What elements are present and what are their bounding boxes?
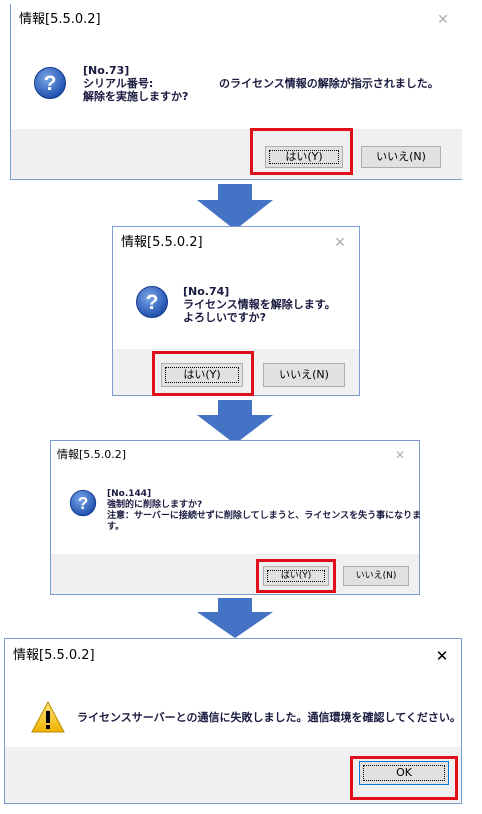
message-communication-failed: ライセンスサーバーとの通信に失敗しました。通信環境を確認してください。 (77, 711, 461, 724)
question-icon: ? (69, 489, 97, 517)
message-number: [No.144] (107, 489, 152, 499)
message-serial-label: シリアル番号: (83, 77, 154, 90)
message-confirm: よろしいですか? (183, 311, 267, 324)
question-icon: ? (34, 67, 66, 99)
message-release: ライセンス情報を解除します。 (183, 298, 336, 311)
dialog-license-release-confirm-2: 情報[5.5.0.2] ✕ ? [No.74] ライセンス情報を解除します。 よ… (112, 226, 360, 396)
dialog-communication-failed: 情報[5.5.0.2] ✕ ライセンスサーバーとの通信に失敗しました。通信環境を… (4, 638, 462, 804)
arrow-down-icon (197, 184, 273, 230)
dialog-force-delete-confirm: 情報[5.5.0.2] ✕ ? [No.144] 強制的に削除しますか? 注意：… (50, 440, 422, 595)
dialog-title: 情報[5.5.0.2] (51, 441, 419, 469)
yes-button[interactable]: はい(Y) (265, 146, 343, 168)
arrow-down-icon (197, 400, 273, 444)
no-button[interactable]: いいえ(N) (361, 146, 441, 168)
message-warning-cont: す。 (107, 522, 125, 532)
message-number: [No.73] (83, 64, 130, 77)
ok-button[interactable]: OK (359, 761, 449, 785)
arrow-down-icon (197, 598, 273, 638)
no-button[interactable]: いいえ(N) (263, 363, 345, 387)
message-confirm: 解除を実施しますか? (83, 90, 189, 103)
svg-text:?: ? (78, 493, 89, 513)
dialog-title: 情報[5.5.0.2] (11, 4, 462, 36)
svg-text:?: ? (44, 72, 57, 95)
yes-button[interactable]: はい(Y) (263, 566, 329, 586)
message-number: [No.74] (183, 285, 230, 298)
dialog-title: 情報[5.5.0.2] (5, 639, 461, 673)
close-icon[interactable]: ✕ (424, 4, 462, 36)
close-icon[interactable]: ✕ (423, 639, 461, 673)
close-icon[interactable]: ✕ (381, 441, 419, 469)
message-release-instructed: のライセンス情報の解除が指示されました。 (219, 77, 439, 90)
question-icon: ? (136, 286, 168, 318)
close-icon[interactable]: ✕ (321, 227, 359, 259)
svg-text:?: ? (146, 291, 159, 314)
no-button[interactable]: いいえ(N) (343, 566, 409, 586)
warning-icon (31, 701, 65, 733)
message-force-delete: 強制的に削除しますか? (107, 500, 203, 510)
message-warning: 注意：サーバーに接続せずに削除してしまうと、ライセンスを失う事になりま (107, 511, 422, 521)
yes-button[interactable]: はい(Y) (161, 363, 243, 387)
dialog-license-release-confirm: 情報[5.5.0.2] ✕ ? [No.73] シリアル番号: 解除を実施します… (10, 4, 462, 180)
